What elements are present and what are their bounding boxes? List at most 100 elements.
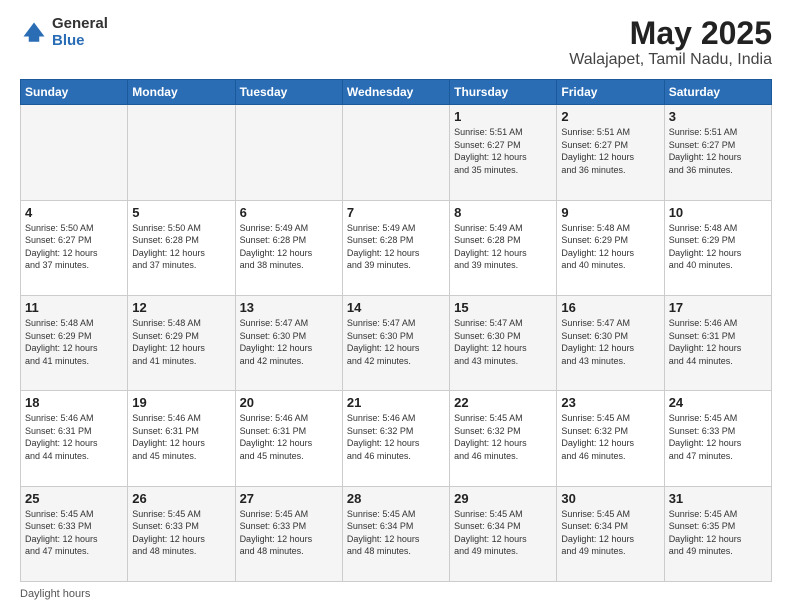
day-cell: 7 Sunrise: 5:49 AM Sunset: 6:28 PM Daylig… (342, 200, 449, 295)
day-cell: 17 Sunrise: 5:46 AM Sunset: 6:31 PM Dayli… (664, 295, 771, 390)
day-info: Sunrise: 5:45 AM Sunset: 6:33 PM Dayligh… (669, 412, 767, 462)
header-day-wednesday: Wednesday (342, 80, 449, 105)
day-number: 19 (132, 395, 230, 410)
day-cell: 21Sunrise: 5:46 AM Sunset: 6:32 PM Dayli… (342, 391, 449, 486)
day-cell: 13Sunrise: 5:47 AM Sunset: 6:30 PM Dayli… (235, 295, 342, 390)
day-info: Sunrise: 5:47 AM Sunset: 6:30 PM Dayligh… (454, 317, 552, 367)
day-info: Sunrise: 5:45 AM Sunset: 6:35 PM Dayligh… (669, 508, 767, 558)
day-number: 11 (25, 300, 123, 315)
day-cell: 12 Sunrise: 5:48 AM Sunset: 6:29 PM Dayli… (128, 295, 235, 390)
day-info: Sunrise: 5:45 AM Sunset: 6:32 PM Dayligh… (561, 412, 659, 462)
calendar-table: SundayMondayTuesdayWednesdayThursdayFrid… (20, 79, 772, 582)
day-info: Sunrise: 5:48 AM Sunset: 6:29 PM Dayligh… (669, 222, 767, 272)
day-cell: 4Sunrise: 5:50 AM Sunset: 6:27 PM Daylig… (21, 200, 128, 295)
title-block: May 2025 Walajapet, Tamil Nadu, India (569, 16, 772, 69)
day-info: Sunrise: 5:45 AM Sunset: 6:34 PM Dayligh… (454, 508, 552, 558)
day-info: Sunrise: 5:46 AM Sunset: 6:31 PM Dayligh… (669, 317, 767, 367)
day-number: 7 (347, 205, 445, 220)
day-number: 1 (454, 109, 552, 124)
day-cell: 26Sunrise: 5:45 AM Sunset: 6:33 PM Dayli… (128, 486, 235, 581)
day-cell: 20 Sunrise: 5:46 AM Sunset: 6:31 PM Dayli… (235, 391, 342, 486)
day-number: 28 (347, 491, 445, 506)
week-row-2: 4Sunrise: 5:50 AM Sunset: 6:27 PM Daylig… (21, 200, 772, 295)
header-day-sunday: Sunday (21, 80, 128, 105)
header: General Blue May 2025 Walajapet, Tamil N… (20, 16, 772, 69)
day-cell: 9 Sunrise: 5:48 AM Sunset: 6:29 PM Daylig… (557, 200, 664, 295)
day-info: Sunrise: 5:45 AM Sunset: 6:34 PM Dayligh… (347, 508, 445, 558)
day-number: 4 (25, 205, 123, 220)
day-cell: 22Sunrise: 5:45 AM Sunset: 6:32 PM Dayli… (450, 391, 557, 486)
day-cell: 5Sunrise: 5:50 AM Sunset: 6:28 PM Daylig… (128, 200, 235, 295)
day-info: Sunrise: 5:46 AM Sunset: 6:31 PM Dayligh… (132, 412, 230, 462)
day-info: Sunrise: 5:48 AM Sunset: 6:29 PM Dayligh… (132, 317, 230, 367)
day-cell: 27Sunrise: 5:45 AM Sunset: 6:33 PM Dayli… (235, 486, 342, 581)
logo-general: General (52, 16, 108, 33)
logo-icon (20, 19, 48, 47)
day-number: 22 (454, 395, 552, 410)
logo-blue: Blue (52, 33, 108, 50)
main-title: May 2025 (569, 16, 772, 51)
day-cell: 23 Sunrise: 5:45 AM Sunset: 6:32 PM Dayli… (557, 391, 664, 486)
day-cell: 15 Sunrise: 5:47 AM Sunset: 6:30 PM Dayli… (450, 295, 557, 390)
day-cell (235, 105, 342, 200)
day-info: Sunrise: 5:47 AM Sunset: 6:30 PM Dayligh… (240, 317, 338, 367)
day-number: 3 (669, 109, 767, 124)
day-cell (128, 105, 235, 200)
header-day-thursday: Thursday (450, 80, 557, 105)
day-number: 12 (132, 300, 230, 315)
day-number: 24 (669, 395, 767, 410)
day-info: Sunrise: 5:48 AM Sunset: 6:29 PM Dayligh… (561, 222, 659, 272)
header-day-saturday: Saturday (664, 80, 771, 105)
day-cell: 10 Sunrise: 5:48 AM Sunset: 6:29 PM Dayli… (664, 200, 771, 295)
day-cell: 29 Sunrise: 5:45 AM Sunset: 6:34 PM Dayli… (450, 486, 557, 581)
day-cell: 16 Sunrise: 5:47 AM Sunset: 6:30 PM Dayli… (557, 295, 664, 390)
day-info: Sunrise: 5:50 AM Sunset: 6:28 PM Dayligh… (132, 222, 230, 272)
day-number: 29 (454, 491, 552, 506)
day-cell: 3 Sunrise: 5:51 AM Sunset: 6:27 PM Daylig… (664, 105, 771, 200)
day-info: Sunrise: 5:51 AM Sunset: 6:27 PM Dayligh… (669, 126, 767, 176)
day-number: 16 (561, 300, 659, 315)
day-number: 31 (669, 491, 767, 506)
week-row-4: 18 Sunrise: 5:46 AM Sunset: 6:31 PM Dayli… (21, 391, 772, 486)
day-cell: 28 Sunrise: 5:45 AM Sunset: 6:34 PM Dayli… (342, 486, 449, 581)
day-cell: 1 Sunrise: 5:51 AM Sunset: 6:27 PM Daylig… (450, 105, 557, 200)
day-number: 25 (25, 491, 123, 506)
day-info: Sunrise: 5:45 AM Sunset: 6:33 PM Dayligh… (240, 508, 338, 558)
day-info: Sunrise: 5:51 AM Sunset: 6:27 PM Dayligh… (561, 126, 659, 176)
day-number: 10 (669, 205, 767, 220)
day-info: Sunrise: 5:49 AM Sunset: 6:28 PM Dayligh… (347, 222, 445, 272)
day-info: Sunrise: 5:51 AM Sunset: 6:27 PM Dayligh… (454, 126, 552, 176)
week-row-1: 1 Sunrise: 5:51 AM Sunset: 6:27 PM Daylig… (21, 105, 772, 200)
week-row-3: 11 Sunrise: 5:48 AM Sunset: 6:29 PM Dayli… (21, 295, 772, 390)
day-number: 17 (669, 300, 767, 315)
day-info: Sunrise: 5:49 AM Sunset: 6:28 PM Dayligh… (454, 222, 552, 272)
day-cell: 11Sunrise: 5:48 AM Sunset: 6:29 PM Dayli… (21, 295, 128, 390)
day-info: Sunrise: 5:46 AM Sunset: 6:31 PM Dayligh… (25, 412, 123, 462)
day-cell: 25 Sunrise: 5:45 AM Sunset: 6:33 PM Dayli… (21, 486, 128, 581)
logo: General Blue (20, 16, 108, 49)
day-cell (342, 105, 449, 200)
day-cell: 8Sunrise: 5:49 AM Sunset: 6:28 PM Daylig… (450, 200, 557, 295)
day-cell: 24 Sunrise: 5:45 AM Sunset: 6:33 PM Dayli… (664, 391, 771, 486)
page: General Blue May 2025 Walajapet, Tamil N… (0, 0, 792, 612)
header-day-friday: Friday (557, 80, 664, 105)
day-number: 23 (561, 395, 659, 410)
day-number: 20 (240, 395, 338, 410)
day-cell: 31 Sunrise: 5:45 AM Sunset: 6:35 PM Dayli… (664, 486, 771, 581)
day-info: Sunrise: 5:46 AM Sunset: 6:31 PM Dayligh… (240, 412, 338, 462)
day-cell: 14Sunrise: 5:47 AM Sunset: 6:30 PM Dayli… (342, 295, 449, 390)
day-number: 9 (561, 205, 659, 220)
day-cell: 18 Sunrise: 5:46 AM Sunset: 6:31 PM Dayli… (21, 391, 128, 486)
day-info: Sunrise: 5:45 AM Sunset: 6:33 PM Dayligh… (132, 508, 230, 558)
day-cell (21, 105, 128, 200)
day-cell: 30Sunrise: 5:45 AM Sunset: 6:34 PM Dayli… (557, 486, 664, 581)
subtitle: Walajapet, Tamil Nadu, India (569, 51, 772, 69)
day-number: 18 (25, 395, 123, 410)
day-info: Sunrise: 5:47 AM Sunset: 6:30 PM Dayligh… (561, 317, 659, 367)
day-info: Sunrise: 5:46 AM Sunset: 6:32 PM Dayligh… (347, 412, 445, 462)
day-info: Sunrise: 5:45 AM Sunset: 6:33 PM Dayligh… (25, 508, 123, 558)
logo-text: General Blue (52, 16, 108, 49)
day-cell: 2Sunrise: 5:51 AM Sunset: 6:27 PM Daylig… (557, 105, 664, 200)
day-info: Sunrise: 5:45 AM Sunset: 6:34 PM Dayligh… (561, 508, 659, 558)
day-number: 15 (454, 300, 552, 315)
